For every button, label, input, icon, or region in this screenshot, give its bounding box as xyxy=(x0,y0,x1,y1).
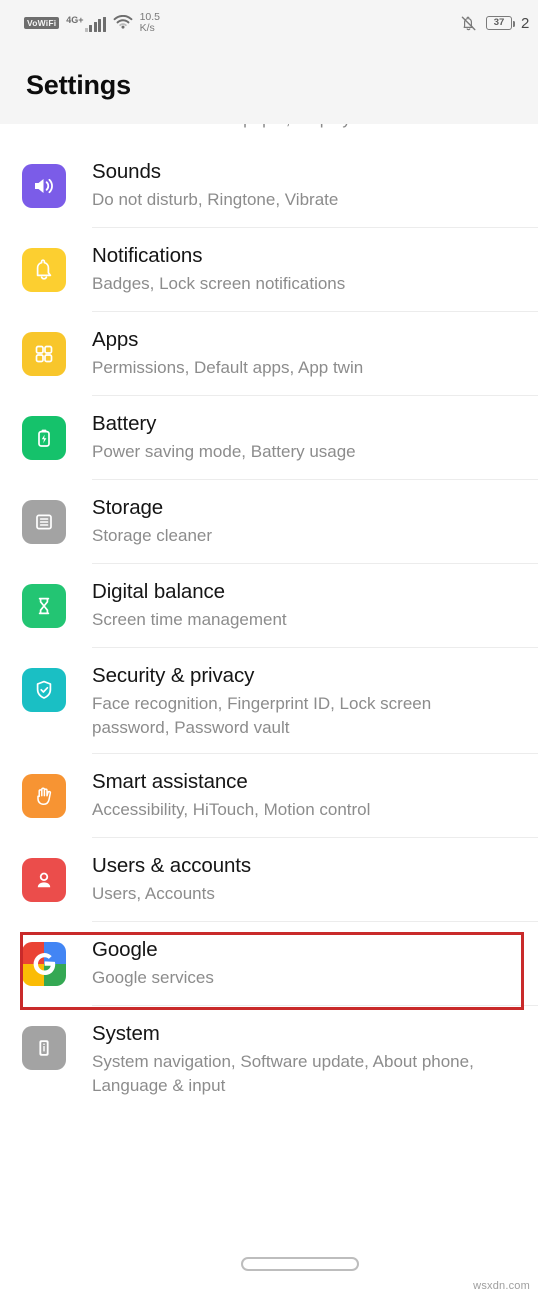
row-texts: Apps Permissions, Default apps, App twin xyxy=(66,326,363,380)
settings-row-smart-assistance[interactable]: Smart assistance Accessibility, HiTouch,… xyxy=(0,754,538,838)
icon-container xyxy=(22,1026,66,1070)
storage-icon xyxy=(22,500,66,544)
battery-icon: 37 xyxy=(486,16,515,30)
speaker-icon xyxy=(22,164,66,208)
row-subtitle: Screen time management xyxy=(92,609,287,629)
settings-row-users-accounts[interactable]: Users & accounts Users, Accounts xyxy=(0,838,538,922)
row-texts: Smart assistance Accessibility, HiTouch,… xyxy=(66,768,370,822)
bell-off-icon xyxy=(460,15,477,32)
row-title: Battery xyxy=(92,412,157,435)
page-title: Settings xyxy=(26,69,131,100)
cellular-signal-icon: 4G+ xyxy=(66,15,106,32)
data-speed-unit: K/s xyxy=(139,22,155,34)
settings-row-apps[interactable]: Apps Permissions, Default apps, App twin xyxy=(0,312,538,396)
row-subtitle: Power saving mode, Battery usage xyxy=(92,441,356,461)
row-title: Users & accounts xyxy=(92,854,252,877)
watermark: wsxdn.com xyxy=(473,1280,530,1292)
row-subtitle: Permissions, Default apps, App twin xyxy=(92,357,364,377)
system-phone-icon xyxy=(22,1026,66,1070)
settings-row-sounds[interactable]: Sounds Do not disturb, Ringtone, Vibrate xyxy=(0,144,538,228)
row-title: Security & privacy xyxy=(92,664,255,687)
row-texts: Google Google services xyxy=(66,936,214,990)
hand-icon xyxy=(22,774,66,818)
row-texts: Users & accounts Users, Accounts xyxy=(66,852,251,906)
battery-percent: 37 xyxy=(493,17,505,29)
partially-scrolled-row[interactable]: Home screen & wallpaper, Display xyxy=(0,124,538,144)
row-title: Digital balance xyxy=(92,580,225,603)
clock: 2 xyxy=(521,14,530,32)
row-subtitle: Badges, Lock screen notifications xyxy=(92,273,346,293)
row-texts: Sounds Do not disturb, Ringtone, Vibrate xyxy=(66,158,338,212)
settings-row-system[interactable]: System System navigation, Software updat… xyxy=(0,1006,538,1112)
row-texts: Security & privacy Face recognition, Fin… xyxy=(66,662,494,740)
settings-row-notifications[interactable]: Notifications Badges, Lock screen notifi… xyxy=(0,228,538,312)
row-texts: Storage Storage cleaner xyxy=(66,494,212,548)
signal-bars-icon xyxy=(84,16,106,32)
icon-container xyxy=(22,668,66,712)
phone-screen: VoWiFi 4G+ 10.5 K/s 37 2 Settings Sounds… xyxy=(0,0,538,1300)
row-title: Smart assistance xyxy=(92,770,248,793)
row-subtitle: Storage cleaner xyxy=(92,525,213,545)
settings-row-google[interactable]: Google Google services xyxy=(0,922,538,1006)
wifi-icon xyxy=(113,15,133,31)
icon-container xyxy=(22,942,66,986)
row-title: System xyxy=(92,1022,160,1045)
app-header: Settings xyxy=(0,46,538,124)
row-texts: System System navigation, Software updat… xyxy=(66,1020,494,1098)
row-subtitle: System navigation, Software update, Abou… xyxy=(92,1051,474,1095)
row-title: Apps xyxy=(92,328,139,351)
row-texts: Battery Power saving mode, Battery usage xyxy=(66,410,356,464)
row-title: Google xyxy=(92,938,158,961)
icon-container xyxy=(22,500,66,544)
settings-row-security-privacy[interactable]: Security & privacy Face recognition, Fin… xyxy=(0,648,538,754)
settings-row-battery[interactable]: Battery Power saving mode, Battery usage xyxy=(0,396,538,480)
row-title: Sounds xyxy=(92,160,161,183)
status-bar-left: VoWiFi 4G+ 10.5 K/s xyxy=(24,10,160,35)
data-speed-indicator: 10.5 K/s xyxy=(139,10,160,35)
status-bar-right: 37 2 xyxy=(460,15,530,32)
person-icon xyxy=(22,858,66,902)
google-icon xyxy=(22,942,66,986)
row-subtitle: Face recognition, Fingerprint ID, Lock s… xyxy=(92,693,432,737)
apps-grid-icon xyxy=(22,332,66,376)
battery-bolt-icon xyxy=(22,416,66,460)
row-subtitle: Users, Accounts xyxy=(92,883,215,903)
bell-icon xyxy=(22,248,66,292)
google-icon-quadrants xyxy=(22,942,66,986)
hourglass-icon xyxy=(22,584,66,628)
row-title: Storage xyxy=(92,496,164,519)
icon-container xyxy=(22,164,66,208)
icon-container xyxy=(22,858,66,902)
data-speed-value: 10.5 xyxy=(139,10,160,23)
partially-scrolled-row-label: Home screen & wallpaper, Display xyxy=(92,124,351,129)
row-texts: Digital balance Screen time management xyxy=(66,578,287,632)
shield-check-icon xyxy=(22,668,66,712)
icon-container xyxy=(22,248,66,292)
vowifi-icon: VoWiFi xyxy=(24,17,60,29)
settings-list[interactable]: Sounds Do not disturb, Ringtone, Vibrate… xyxy=(0,144,538,1112)
settings-row-storage[interactable]: Storage Storage cleaner xyxy=(0,480,538,564)
icon-container xyxy=(22,332,66,376)
row-title: Notifications xyxy=(92,244,203,267)
settings-row-digital-balance[interactable]: Digital balance Screen time management xyxy=(0,564,538,648)
row-subtitle: Google services xyxy=(92,967,214,987)
status-bar: VoWiFi 4G+ 10.5 K/s 37 2 xyxy=(0,0,538,46)
home-gesture-pill[interactable] xyxy=(241,1257,359,1271)
icon-container xyxy=(22,416,66,460)
icon-container xyxy=(22,774,66,818)
row-subtitle: Do not disturb, Ringtone, Vibrate xyxy=(92,189,339,209)
row-subtitle: Accessibility, HiTouch, Motion control xyxy=(92,799,371,819)
row-texts: Notifications Badges, Lock screen notifi… xyxy=(66,242,345,296)
icon-container xyxy=(22,584,66,628)
